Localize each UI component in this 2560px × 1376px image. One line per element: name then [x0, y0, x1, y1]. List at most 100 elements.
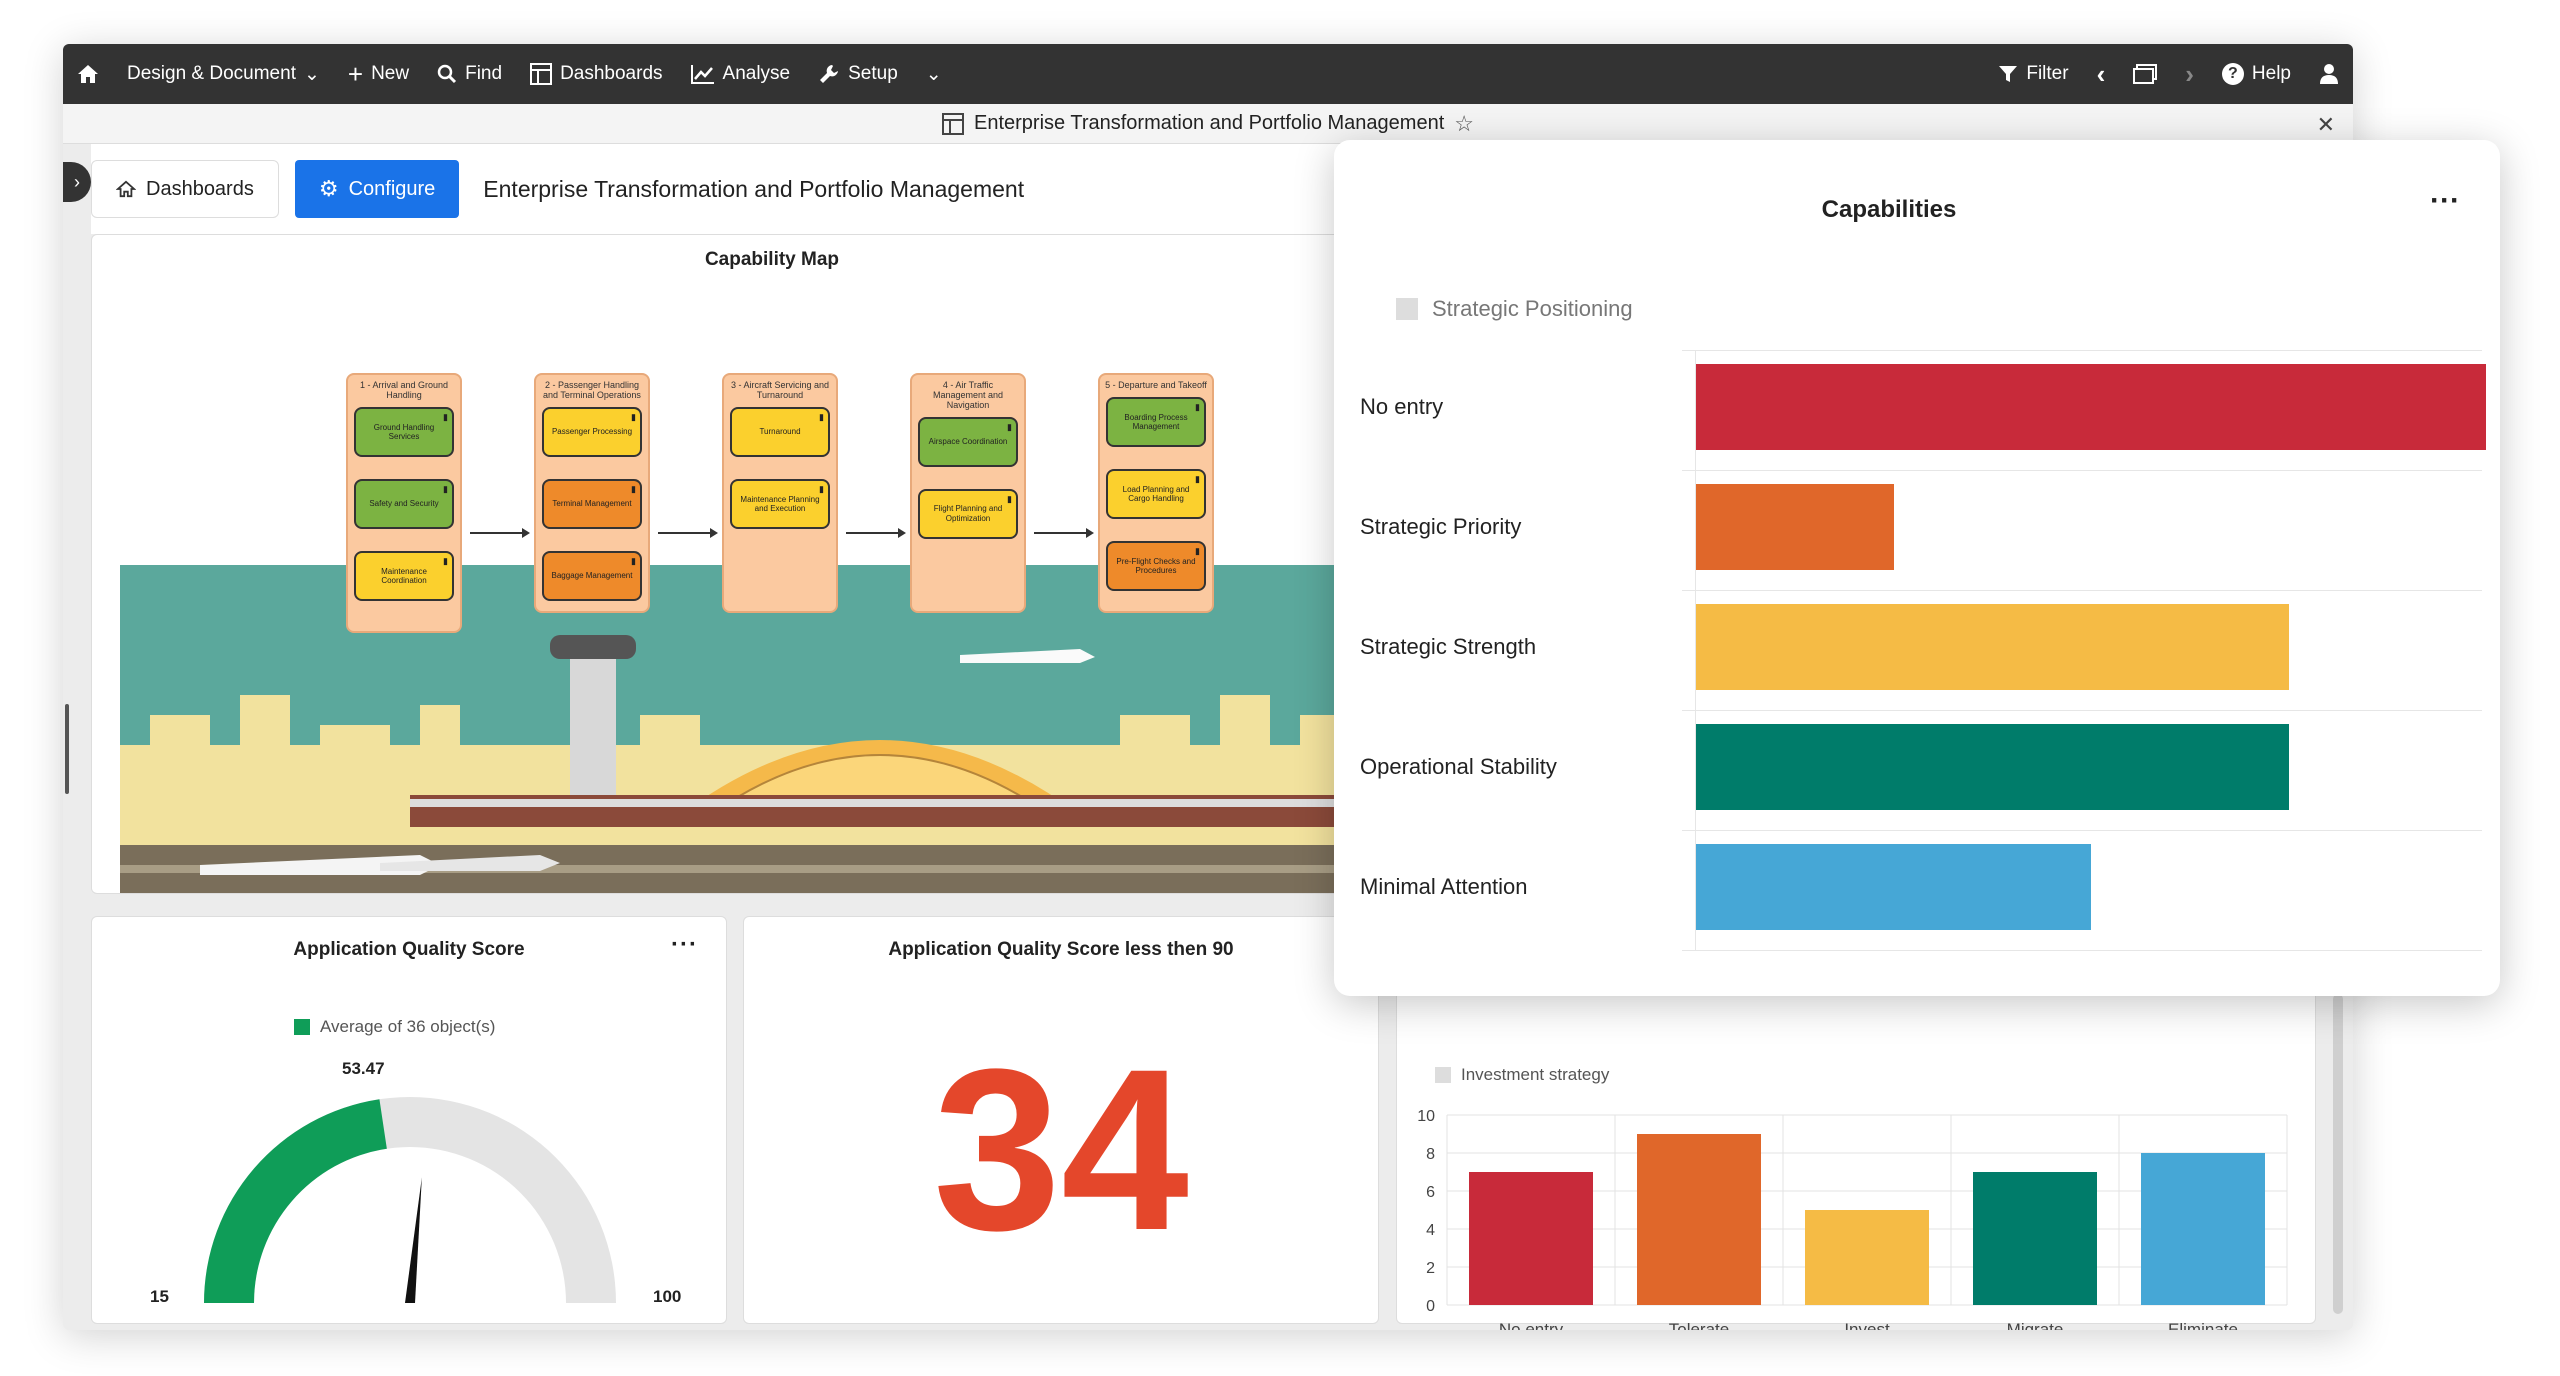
category-label: Operational Stability: [1360, 754, 1557, 779]
signal-icon: ▮: [819, 411, 824, 422]
gear-icon: ⚙: [318, 176, 339, 201]
capability-label: Safety and Security: [369, 499, 439, 509]
capability-box[interactable]: Maintenance Coordination ▮: [354, 550, 454, 601]
signal-icon: ▮: [631, 555, 636, 566]
capability-box[interactable]: Maintenance Planning and Execution ▮: [730, 478, 830, 529]
dashboard-icon: [530, 63, 553, 85]
home-icon: [116, 180, 136, 198]
y-tick-label: 0: [1426, 1298, 1435, 1315]
dashboards-menu[interactable]: Dashboards: [516, 44, 676, 104]
capability-label: Maintenance Coordination: [381, 566, 427, 585]
row-separator: [1682, 350, 2482, 351]
capabilities-title: Capabilities: [1821, 196, 1957, 223]
capability-box[interactable]: Ground Handling Services ▮: [354, 406, 454, 457]
bar[interactable]: [2141, 1153, 2265, 1305]
bar[interactable]: [1696, 844, 2091, 930]
user-icon: [2320, 64, 2338, 84]
bar[interactable]: [1469, 1172, 1593, 1305]
bar[interactable]: [1696, 724, 2289, 810]
find-button[interactable]: Find: [423, 44, 516, 104]
category-label: No entry: [1360, 394, 1444, 419]
signal-icon: ▮: [1195, 545, 1200, 556]
home-icon: [78, 65, 98, 83]
card-menu-button[interactable]: ···: [671, 931, 698, 959]
resize-handle[interactable]: [65, 704, 69, 794]
capability-box[interactable]: Pre-Flight Checks and Procedures ▮: [1106, 540, 1206, 591]
investment-strategy-card: Investment strategy 0 2 4 6 8 10 No entry Toler…: [1396, 984, 2316, 1330]
capability-label: Terminal Management: [552, 499, 632, 509]
capability-stage[interactable]: 5 - Departure and Takeoff Boarding Proces…: [1098, 373, 1214, 613]
capability-box[interactable]: Flight Planning and Optimization ▮: [918, 488, 1018, 539]
sidebar-toggle[interactable]: ›: [63, 162, 91, 202]
signal-icon: ▮: [1195, 473, 1200, 484]
capability-box[interactable]: Load Planning and Cargo Handling ▮: [1106, 468, 1206, 519]
forward-button[interactable]: ›: [2171, 44, 2208, 104]
close-icon[interactable]: ✕: [2317, 112, 2335, 138]
search-icon: [437, 64, 457, 84]
capability-box[interactable]: Safety and Security ▮: [354, 478, 454, 529]
find-label: Find: [465, 63, 503, 84]
investment-bar-chart: 0 2 4 6 8 10 No entry Tolerate Invest Migrate Elim…: [1417, 1108, 2288, 1330]
configure-button[interactable]: ⚙ Configure: [294, 160, 460, 218]
bar[interactable]: [1973, 1172, 2097, 1305]
row-separator: [1682, 590, 2482, 591]
back-button[interactable]: ‹: [2083, 44, 2120, 104]
capability-map-card: Capability Map 1 - Arrival and Ground Ha…: [91, 234, 1411, 894]
bar[interactable]: [1696, 484, 1894, 570]
capability-box[interactable]: Passenger Processing ▮: [542, 406, 642, 457]
legend-swatch: [1435, 1067, 1451, 1083]
bar[interactable]: [1696, 364, 2486, 450]
popup-menu-button[interactable]: ···: [2430, 184, 2460, 218]
page-title: Enterprise Transformation and Portfolio …: [483, 175, 1025, 202]
bar[interactable]: [1805, 1210, 1929, 1305]
chevron-left-icon: ‹: [2096, 58, 2106, 89]
windows-button[interactable]: [2119, 44, 2171, 104]
gauge-fill: [204, 1099, 387, 1303]
more-menu[interactable]: ⌄: [912, 44, 956, 104]
gauge-min-label: 15: [150, 1287, 169, 1306]
flow-arrow: [658, 528, 718, 538]
chevron-down-icon: ⌄: [303, 63, 320, 85]
dashboards-label: Dashboards: [560, 63, 663, 84]
design-document-menu[interactable]: Design & Document ⌄: [113, 44, 334, 104]
user-button[interactable]: [2305, 44, 2353, 104]
bar[interactable]: [1637, 1134, 1761, 1305]
capabilities-popup: Capabilities ··· Strategic Positioning N…: [1334, 140, 2500, 996]
help-button[interactable]: ? Help: [2208, 44, 2305, 104]
capability-label: Boarding Process Management: [1124, 412, 1188, 431]
y-tick-label: 6: [1426, 1184, 1435, 1201]
star-icon[interactable]: ☆: [1454, 111, 1474, 137]
signal-icon: ▮: [443, 411, 448, 422]
chevron-down-icon: ⌄: [925, 63, 942, 85]
bar[interactable]: [1696, 604, 2289, 690]
dashboards-button[interactable]: Dashboards: [91, 160, 279, 218]
filter-icon: [1999, 66, 2018, 82]
right-scrollbar[interactable]: [2333, 994, 2343, 1314]
stage-title: 1 - Arrival and Ground Handling: [359, 380, 449, 400]
capability-box[interactable]: Terminal Management ▮: [542, 478, 642, 529]
capability-map-title: Capability Map: [704, 249, 840, 270]
x-tick-label: Migrate: [2007, 1320, 2064, 1330]
row-separator: [1682, 470, 2482, 471]
capability-box[interactable]: Baggage Management ▮: [542, 550, 642, 601]
chevron-right-icon: ›: [2185, 58, 2194, 89]
capability-box[interactable]: Turnaround ▮: [730, 406, 830, 457]
row-separator: [1682, 830, 2482, 831]
capability-stage[interactable]: 2 - Passenger Handling and Terminal Oper…: [534, 373, 650, 613]
home-button[interactable]: [63, 44, 113, 104]
capability-stage[interactable]: 3 - Aircraft Servicing and Turnaround Tur…: [722, 373, 838, 613]
capability-box[interactable]: Boarding Process Management ▮: [1106, 396, 1206, 447]
setup-menu[interactable]: Setup: [804, 44, 912, 104]
gauge-value-label: 53.47: [342, 1059, 385, 1078]
analyse-menu[interactable]: Analyse: [677, 44, 805, 104]
filter-button[interactable]: Filter: [1984, 44, 2082, 104]
capability-stage[interactable]: 1 - Arrival and Ground Handling Ground Ha…: [346, 373, 462, 633]
wrench-icon: [820, 65, 839, 83]
legend-swatch: [1396, 298, 1418, 320]
capability-stage[interactable]: 4 - Air Traffic Management and Navigatio…: [910, 373, 1026, 613]
new-button[interactable]: + New: [334, 44, 423, 104]
help-label: Help: [2251, 63, 2291, 84]
capability-box[interactable]: Airspace Coordination ▮: [918, 416, 1018, 467]
capability-label: Flight Planning and Optimization: [933, 504, 1003, 523]
capability-label: Turnaround: [759, 427, 801, 437]
